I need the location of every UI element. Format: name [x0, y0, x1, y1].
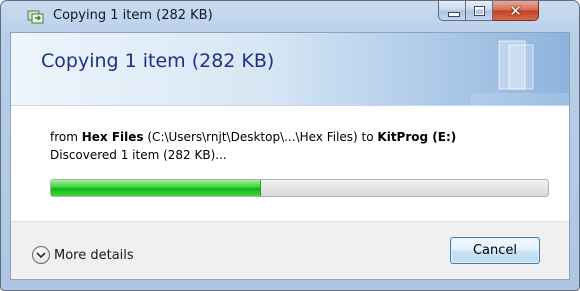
dialog-content: Copying 1 item (282 KB) from Hex Files (…: [10, 32, 570, 280]
from-prefix: from: [50, 130, 82, 144]
window-title: Copying 1 item (282 KB): [53, 8, 213, 23]
chevron-down-icon: [32, 246, 50, 264]
minimize-button[interactable]: [438, 1, 466, 21]
close-button[interactable]: ✕: [493, 1, 539, 21]
copy-status: Discovered 1 item (282 KB)...: [50, 148, 227, 162]
maximize-button[interactable]: [466, 1, 493, 21]
folder-decoration-icon: [471, 40, 569, 105]
cancel-button[interactable]: Cancel: [450, 237, 540, 264]
copy-progress-bar: [50, 179, 549, 197]
copy-dialog-window: Copying 1 item (282 KB) ✕ Copying 1 item…: [0, 0, 580, 291]
more-details-label: More details: [54, 247, 134, 263]
dialog-heading: Copying 1 item (282 KB): [41, 50, 275, 72]
source-name: Hex Files: [81, 130, 144, 144]
progress-fill: [51, 180, 261, 196]
source-path: (C:\Users\rnjt\Desktop\...\Hex Files) to: [143, 130, 378, 144]
caption-buttons: ✕: [438, 1, 539, 22]
copy-source-destination: from Hex Files (C:\Users\rnjt\Desktop\..…: [50, 130, 456, 144]
title-bar[interactable]: Copying 1 item (282 KB) ✕: [1, 1, 579, 31]
maximize-icon: [474, 6, 485, 16]
more-details-toggle[interactable]: More details: [32, 244, 134, 266]
dialog-header: Copying 1 item (282 KB): [11, 33, 569, 106]
dialog-footer: More details Cancel: [11, 221, 569, 279]
copy-icon: [27, 10, 44, 24]
minimize-icon: [448, 12, 460, 17]
destination-name: KitProg (E:): [377, 130, 457, 144]
close-icon: ✕: [509, 1, 522, 20]
